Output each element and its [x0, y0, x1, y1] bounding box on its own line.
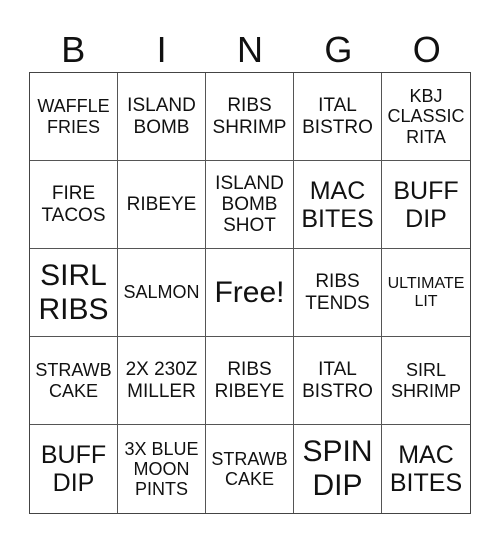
bingo-cell[interactable]: ISLAND BOMB: [118, 73, 206, 161]
bingo-cell-label: RIBS TENDS: [305, 271, 370, 314]
bingo-cell[interactable]: STRAWB CAKE: [30, 337, 118, 425]
bingo-cell-label: BUFF DIP: [393, 176, 459, 233]
bingo-cell[interactable]: RIBS SHRIMP: [206, 73, 294, 161]
bingo-cell[interactable]: ITAL BISTRO: [294, 73, 382, 161]
bingo-cell-label: STRAWB CAKE: [211, 448, 288, 489]
bingo-header: B I N G O: [29, 28, 471, 72]
bingo-cell-label: MAC BITES: [389, 441, 463, 497]
bingo-cell-label: RIBS RIBEYE: [214, 359, 285, 402]
bingo-cell-label: RIBS SHRIMP: [212, 95, 287, 138]
bingo-cell-label: SIRL SHRIMP: [390, 360, 461, 401]
bingo-cell[interactable]: ISLAND BOMB SHOT: [206, 161, 294, 249]
bingo-cell-label: STRAWB CAKE: [35, 360, 112, 401]
header-letter-n: N: [236, 29, 263, 70]
bingo-cell-label: MAC BITES: [301, 176, 374, 233]
bingo-cell-label: SPIN DIP: [302, 435, 373, 502]
bingo-cell-label: ULTIMATE LIT: [387, 274, 465, 310]
bingo-cell[interactable]: BUFF DIP: [30, 425, 118, 513]
bingo-cell-label: ISLAND BOMB SHOT: [215, 172, 284, 237]
bingo-cell[interactable]: FIRE TACOS: [30, 161, 118, 249]
bingo-cell-label: KBJ CLASSIC RITA: [387, 86, 465, 147]
header-letter-b: B: [61, 29, 86, 70]
header-letter-i: I: [156, 29, 167, 70]
bingo-cell-label: BUFF DIP: [40, 441, 107, 497]
bingo-cell-label: RIBEYE: [126, 193, 197, 215]
bingo-cell[interactable]: ULTIMATE LIT: [382, 249, 470, 337]
bingo-cell[interactable]: RIBEYE: [118, 161, 206, 249]
bingo-cell[interactable]: MAC BITES: [294, 161, 382, 249]
header-letter-g: G: [324, 29, 353, 70]
bingo-card: WAFFLE FRIES ISLAND BOMB RIBS SHRIMP ITAL B…: [29, 72, 471, 514]
bingo-cell[interactable]: SIRL RIBS: [30, 249, 118, 337]
bingo-cell[interactable]: SIRL SHRIMP: [382, 337, 470, 425]
bingo-cell-label: Free!: [214, 275, 285, 309]
bingo-cell-label: WAFFLE FRIES: [37, 96, 110, 137]
bingo-cell[interactable]: SPIN DIP: [294, 425, 382, 513]
bingo-cell[interactable]: STRAWB CAKE: [206, 425, 294, 513]
bingo-cell[interactable]: 3X BLUE MOON PINTS: [118, 425, 206, 513]
bingo-cell-label: ITAL BISTRO: [302, 359, 373, 402]
bingo-cell[interactable]: RIBS TENDS: [294, 249, 382, 337]
bingo-cell[interactable]: SALMON: [118, 249, 206, 337]
bingo-cell-label: ITAL BISTRO: [302, 95, 373, 138]
bingo-cell-label: SIRL RIBS: [38, 258, 109, 326]
free-space[interactable]: Free!: [206, 249, 294, 337]
bingo-cell-label: FIRE TACOS: [41, 183, 106, 226]
bingo-cell[interactable]: BUFF DIP: [382, 161, 470, 249]
bingo-cell-label: ISLAND BOMB: [127, 95, 196, 138]
bingo-cell[interactable]: KBJ CLASSIC RITA: [382, 73, 470, 161]
bingo-cell[interactable]: WAFFLE FRIES: [30, 73, 118, 161]
bingo-cell[interactable]: 2X 230Z MILLER: [118, 337, 206, 425]
header-letter-o: O: [412, 29, 441, 70]
bingo-cell[interactable]: RIBS RIBEYE: [206, 337, 294, 425]
bingo-cell-label: SALMON: [123, 282, 200, 303]
bingo-cell[interactable]: ITAL BISTRO: [294, 337, 382, 425]
bingo-cell-label: 2X 230Z MILLER: [125, 359, 198, 402]
bingo-cell[interactable]: MAC BITES: [382, 425, 470, 513]
bingo-cell-label: 3X BLUE MOON PINTS: [124, 438, 199, 500]
